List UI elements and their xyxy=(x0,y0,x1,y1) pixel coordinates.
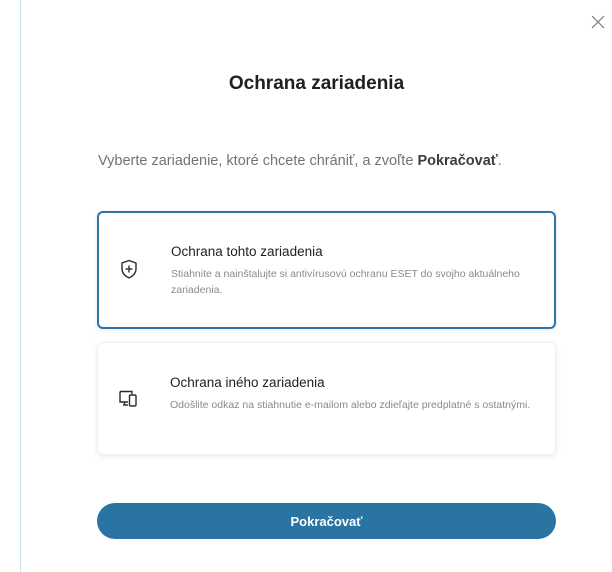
shield-plus-icon xyxy=(118,258,140,280)
devices-icon xyxy=(117,387,139,409)
option-title: Ochrana iného zariadenia xyxy=(170,375,325,390)
intro-text: Vyberte zariadenie, ktoré chcete chrániť… xyxy=(98,150,518,172)
option-description: Odošlite odkaz na stiahnutie e-mailom al… xyxy=(170,399,531,411)
continue-button[interactable]: Pokračovať xyxy=(97,503,556,539)
option-description: Stiahnite a nainštalujte si antivírusovú… xyxy=(171,268,520,296)
option-title: Ochrana tohto zariadenia xyxy=(171,244,323,259)
option-other-device[interactable]: Ochrana iného zariadenia Odošlite odkaz … xyxy=(97,342,556,455)
intro-text-main: Vyberte zariadenie, ktoré chcete chrániť… xyxy=(98,153,418,169)
close-icon xyxy=(591,15,605,29)
close-button[interactable] xyxy=(590,14,606,30)
intro-text-end: . xyxy=(497,153,502,169)
dialog-title: Ochrana zariadenia xyxy=(228,73,405,94)
option-this-device[interactable]: Ochrana tohto zariadenia Stiahnite a nai… xyxy=(97,211,556,329)
dialog-window: Ochrana zariadenia Vyberte zariadenie, k… xyxy=(20,0,612,572)
intro-text-bold: Pokračovať xyxy=(417,153,498,169)
